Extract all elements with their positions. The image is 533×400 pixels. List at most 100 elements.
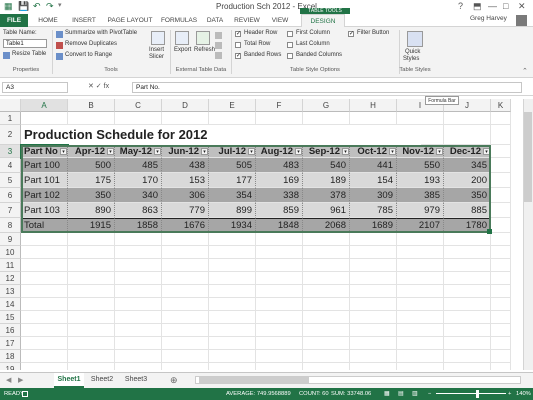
filter-dropdown-icon[interactable]: ▾ [483, 148, 490, 155]
grid-cell[interactable] [209, 337, 256, 350]
grid-cell[interactable] [303, 233, 350, 246]
table-cell[interactable]: 154 [350, 173, 397, 188]
grid-cell[interactable] [397, 363, 444, 370]
grid-cell[interactable] [209, 350, 256, 363]
view-normal-icon[interactable]: ▦ [384, 388, 389, 400]
help-button[interactable]: ? [458, 1, 463, 11]
prev-sheet-icon[interactable]: ◀ [6, 376, 11, 384]
row-header[interactable]: 8 [0, 218, 21, 233]
grid-cell[interactable] [397, 246, 444, 259]
grid-cell[interactable] [21, 363, 68, 370]
ribbon-display-icon[interactable]: ⬒ [473, 1, 482, 12]
table-resize-handle[interactable] [487, 229, 492, 234]
table-cell[interactable]: 345 [444, 158, 491, 173]
vertical-scroll-thumb[interactable] [524, 112, 532, 202]
resize-table-button[interactable]: Resize Table [12, 51, 46, 57]
grid-cell[interactable] [256, 363, 303, 370]
grid-cell[interactable] [68, 112, 115, 125]
grid-cell[interactable] [491, 145, 511, 158]
table-cell[interactable]: 350 [444, 188, 491, 203]
grid-cell[interactable] [491, 272, 511, 285]
table-cell[interactable]: 153 [162, 173, 209, 188]
quick-styles-label-2[interactable]: Styles [403, 56, 419, 62]
row-header[interactable]: 13 [0, 285, 21, 298]
table-cell[interactable]: 890 [68, 203, 115, 218]
row-header[interactable]: 7 [0, 203, 21, 218]
grid-cell[interactable] [209, 259, 256, 272]
table-cell[interactable]: 550 [397, 158, 444, 173]
grid-cell[interactable] [68, 363, 115, 370]
grid-cell[interactable] [68, 285, 115, 298]
tab-home[interactable]: HOME [33, 14, 63, 27]
grid-cell[interactable] [68, 337, 115, 350]
filter-dropdown-icon[interactable]: ▾ [295, 148, 302, 155]
grid-cell[interactable] [162, 246, 209, 259]
tab-data[interactable]: DATA [203, 14, 227, 27]
quick-styles-label-1[interactable]: Quick [405, 49, 420, 55]
grid-cell[interactable] [444, 125, 491, 145]
grid-cell[interactable] [68, 272, 115, 285]
grid-cell[interactable] [350, 285, 397, 298]
header-row-checkbox[interactable] [235, 30, 241, 37]
grid-cell[interactable] [491, 285, 511, 298]
table-cell[interactable]: 899 [209, 203, 256, 218]
table-cell[interactable]: 483 [256, 158, 303, 173]
column-header[interactable]: G [303, 99, 350, 112]
grid-cell[interactable] [68, 246, 115, 259]
grid-cell[interactable] [491, 112, 511, 125]
grid-cell[interactable] [162, 259, 209, 272]
grid-cell[interactable] [256, 272, 303, 285]
grid-cell[interactable] [491, 158, 511, 173]
grid-cell[interactable] [115, 259, 162, 272]
grid-cell[interactable] [162, 272, 209, 285]
table-cell[interactable]: 169 [256, 173, 303, 188]
filter-dropdown-icon[interactable]: ▾ [107, 148, 114, 155]
column-header[interactable]: D [162, 99, 209, 112]
avatar[interactable] [516, 15, 527, 26]
table-cell[interactable]: 193 [397, 173, 444, 188]
zoom-out-icon[interactable]: − [428, 388, 431, 400]
name-box[interactable]: A3 [2, 82, 68, 93]
grid-cell[interactable] [209, 233, 256, 246]
refresh-button[interactable]: Refresh [194, 47, 215, 53]
grid-cell[interactable] [209, 324, 256, 337]
grid-cell[interactable] [491, 173, 511, 188]
banded-columns-checkbox[interactable] [287, 53, 293, 59]
grid-cell[interactable] [21, 298, 68, 311]
table-cell[interactable]: 500 [68, 158, 115, 173]
grid-cell[interactable] [21, 324, 68, 337]
grid-cell[interactable] [350, 363, 397, 370]
grid-cell[interactable] [491, 125, 511, 145]
column-header[interactable]: B [68, 99, 115, 112]
grid-cell[interactable] [303, 363, 350, 370]
grid-cell[interactable] [162, 285, 209, 298]
grid-cell[interactable] [397, 285, 444, 298]
column-header[interactable]: K [491, 99, 511, 112]
grid-cell[interactable] [162, 233, 209, 246]
grid-cell[interactable] [21, 233, 68, 246]
tab-file[interactable]: FILE [0, 14, 28, 27]
table-cell[interactable]: 540 [303, 158, 350, 173]
zoom-level[interactable]: 140% [516, 388, 531, 400]
grid-cell[interactable] [444, 350, 491, 363]
grid-cell[interactable] [256, 337, 303, 350]
grid-cell[interactable] [491, 311, 511, 324]
grid-cell[interactable] [350, 311, 397, 324]
grid-cell[interactable] [303, 259, 350, 272]
row-header[interactable]: 10 [0, 246, 21, 259]
table-cell[interactable]: 350 [68, 188, 115, 203]
zoom-slider[interactable] [436, 393, 506, 394]
grid-cell[interactable] [303, 112, 350, 125]
macro-record-icon[interactable] [22, 391, 28, 397]
table-cell[interactable]: 505 [209, 158, 256, 173]
grid-cell[interactable] [491, 233, 511, 246]
total-cell[interactable]: 1676 [162, 218, 209, 233]
grid-cell[interactable] [350, 324, 397, 337]
grid-cell[interactable] [444, 246, 491, 259]
grid-cell[interactable] [350, 259, 397, 272]
grid-cell[interactable] [21, 246, 68, 259]
grid-cell[interactable] [21, 350, 68, 363]
grid-cell[interactable] [209, 285, 256, 298]
grid-cell[interactable] [444, 363, 491, 370]
grid-cell[interactable] [397, 350, 444, 363]
